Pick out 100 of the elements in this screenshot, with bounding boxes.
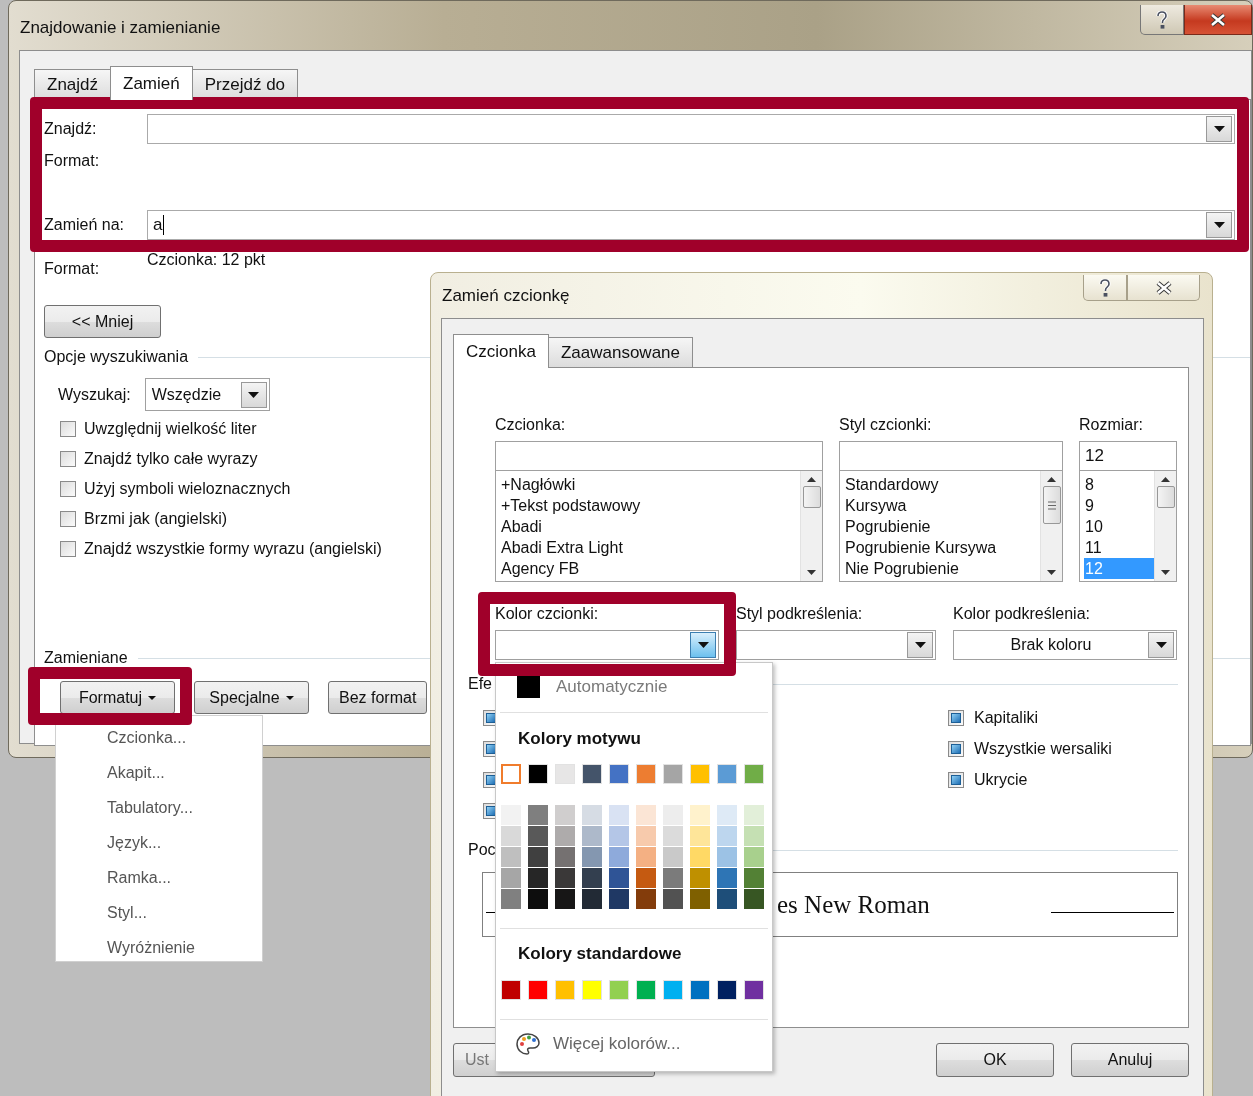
input-field[interactable]: 12	[1079, 441, 1177, 471]
dropdown-button[interactable]	[240, 381, 267, 408]
color-swatch[interactable]	[555, 826, 575, 846]
tab[interactable]: Znajdź	[34, 69, 112, 99]
list-item[interactable]: Agency FB	[500, 558, 800, 579]
list-item[interactable]: 9	[1084, 495, 1154, 516]
color-swatch[interactable]	[744, 889, 764, 909]
color-swatch[interactable]	[609, 847, 629, 867]
list-item[interactable]: Pogrubienie Kursywa	[844, 537, 1040, 558]
checkbox[interactable]	[60, 511, 76, 527]
checkbox[interactable]	[948, 740, 964, 757]
color-swatch[interactable]	[636, 889, 656, 909]
list-item[interactable]: Nie Pogrubienie	[844, 558, 1040, 579]
button[interactable]: Formatuj	[60, 681, 175, 714]
less-button[interactable]: << Mniej	[44, 305, 161, 338]
color-swatch[interactable]	[528, 826, 548, 846]
list-item[interactable]: Kursywa	[844, 495, 1040, 516]
color-swatch[interactable]	[663, 805, 683, 825]
tab[interactable]: Zamień	[110, 66, 193, 100]
color-swatch[interactable]	[717, 889, 737, 909]
color-swatch[interactable]	[555, 847, 575, 867]
help-button[interactable]	[1083, 275, 1127, 301]
menu-item[interactable]: Język...	[56, 825, 262, 860]
scrollbar[interactable]	[1040, 471, 1062, 581]
color-swatch[interactable]	[501, 764, 521, 784]
color-swatch[interactable]	[690, 805, 710, 825]
dropdown-button[interactable]	[1206, 212, 1232, 238]
checkbox[interactable]	[948, 771, 964, 788]
color-swatch[interactable]	[582, 826, 602, 846]
color-swatch[interactable]	[582, 805, 602, 825]
checkbox[interactable]	[60, 481, 76, 497]
menu-item[interactable]: Styl...	[56, 895, 262, 930]
color-swatch[interactable]	[501, 868, 521, 888]
color-swatch[interactable]	[501, 826, 521, 846]
tab[interactable]: Przejdź do	[191, 69, 299, 99]
dropdown-button[interactable]	[1148, 632, 1174, 658]
color-swatch[interactable]	[501, 847, 521, 867]
input-field[interactable]: a	[147, 210, 1235, 240]
color-swatch[interactable]	[528, 847, 548, 867]
color-swatch[interactable]	[501, 805, 521, 825]
color-swatch[interactable]	[609, 889, 629, 909]
dropdown-button[interactable]	[690, 632, 716, 658]
color-swatch[interactable]	[501, 889, 521, 909]
color-swatch[interactable]	[744, 805, 764, 825]
color-swatch[interactable]	[636, 868, 656, 888]
color-swatch[interactable]	[555, 805, 575, 825]
color-swatch[interactable]	[528, 805, 548, 825]
checkbox[interactable]	[60, 541, 76, 557]
dropdown[interactable]	[495, 630, 719, 660]
button[interactable]: OK	[936, 1043, 1054, 1077]
scroll-thumb[interactable]	[1156, 486, 1175, 508]
help-button[interactable]	[1140, 5, 1184, 35]
list-item[interactable]: Abadi	[500, 516, 800, 537]
checkbox[interactable]	[60, 421, 76, 437]
list-item[interactable]: +Tekst podstawowy	[500, 495, 800, 516]
scroll-thumb[interactable]	[1042, 486, 1061, 524]
color-swatch[interactable]	[663, 889, 683, 909]
color-swatch[interactable]	[690, 889, 710, 909]
list-item[interactable]: 8	[1084, 474, 1154, 495]
scroll-thumb[interactable]	[802, 486, 821, 508]
list-item[interactable]: Standardowy	[844, 474, 1040, 495]
dropdown-button[interactable]	[1206, 116, 1232, 142]
color-swatch[interactable]	[517, 676, 540, 698]
color-swatch[interactable]	[636, 847, 656, 867]
tab[interactable]: Czcionka	[453, 334, 549, 368]
input-field[interactable]	[147, 114, 1235, 144]
color-swatch[interactable]	[609, 868, 629, 888]
list-item[interactable]: +Nagłówki	[500, 474, 800, 495]
color-swatch[interactable]	[744, 847, 764, 867]
color-swatch[interactable]	[717, 826, 737, 846]
color-swatch[interactable]	[717, 805, 737, 825]
color-swatch[interactable]	[690, 847, 710, 867]
color-swatch[interactable]	[555, 868, 575, 888]
color-swatch[interactable]	[663, 847, 683, 867]
menu-item[interactable]: Więcej kolorów...	[553, 1034, 681, 1054]
dropdown[interactable]: Wszędzie	[144, 378, 270, 411]
color-swatch[interactable]	[582, 847, 602, 867]
color-swatch[interactable]	[717, 868, 737, 888]
color-swatch[interactable]	[555, 889, 575, 909]
color-swatch[interactable]	[609, 826, 629, 846]
color-swatch[interactable]	[636, 805, 656, 825]
list-item[interactable]: 10	[1084, 516, 1154, 537]
input-field[interactable]	[839, 441, 1063, 471]
color-swatch[interactable]	[744, 868, 764, 888]
color-swatch[interactable]	[528, 889, 548, 909]
scrollbar[interactable]	[800, 471, 822, 581]
close-button[interactable]	[1184, 5, 1252, 35]
color-swatch[interactable]	[609, 805, 629, 825]
tab[interactable]: Zaawansowane	[547, 337, 693, 367]
color-swatch[interactable]	[663, 868, 683, 888]
menu-item[interactable]: Tabulatory...	[56, 790, 262, 825]
button[interactable]: Specjalne	[194, 681, 309, 714]
color-swatch[interactable]	[690, 826, 710, 846]
list-item[interactable]: Abadi Extra Light	[500, 537, 800, 558]
checkbox[interactable]	[60, 451, 76, 467]
button[interactable]: Bez format	[328, 681, 428, 714]
color-swatch[interactable]	[717, 847, 737, 867]
checkbox[interactable]	[948, 709, 964, 726]
color-swatch[interactable]	[636, 826, 656, 846]
color-swatch[interactable]	[663, 826, 683, 846]
